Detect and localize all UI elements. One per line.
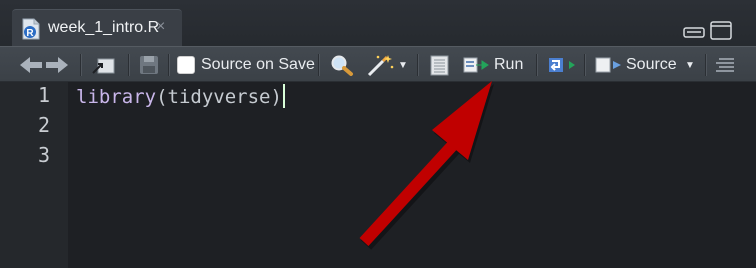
tab-close-icon[interactable]: ×: [156, 18, 165, 36]
forward-button[interactable]: [44, 47, 70, 83]
argument-token: tidyverse: [167, 86, 271, 108]
code-editor[interactable]: library(tidyverse): [68, 82, 756, 268]
line-number: 3: [37, 143, 50, 167]
line-number: 1: [37, 83, 50, 107]
r-file-icon-letter: R: [26, 28, 34, 39]
line-number: 2: [37, 113, 50, 137]
source-on-save-checkbox[interactable]: [177, 56, 195, 74]
code-tools-caret-icon: ▼: [398, 59, 408, 71]
compile-report-button[interactable]: [428, 47, 450, 83]
code-line[interactable]: library(tidyverse): [76, 84, 285, 108]
show-in-new-window-button[interactable]: [92, 47, 116, 83]
function-token: library: [76, 86, 157, 108]
source-on-save-toggle[interactable]: Source on Save: [177, 47, 315, 83]
close-paren-token: ): [270, 86, 282, 108]
find-replace-button[interactable]: [330, 47, 354, 83]
tab-title: week_1_intro.R: [48, 19, 160, 36]
notebook-icon: [430, 55, 449, 76]
source-caret-icon: ▼: [685, 59, 695, 71]
source-file-icon: [595, 57, 621, 73]
line-number-gutter: 1 2 3: [0, 82, 68, 268]
back-arrow-icon: [20, 57, 42, 73]
source-button[interactable]: Source: [595, 47, 677, 83]
maximize-pane-icon[interactable]: [710, 21, 732, 40]
open-paren-token: (: [156, 86, 168, 108]
magnifier-icon: [331, 55, 353, 76]
code-tools-menu[interactable]: ▼: [366, 47, 408, 83]
minimize-pane-icon[interactable]: [683, 24, 705, 38]
outline-lines-icon: [716, 58, 734, 72]
run-label: Run: [494, 56, 524, 73]
run-button[interactable]: Run: [463, 47, 523, 83]
rerun-icon: [549, 58, 575, 72]
text-cursor: [282, 84, 285, 108]
source-on-save-label: Source on Save: [201, 56, 315, 73]
r-file-icon: R: [22, 18, 40, 40]
source-options-dropdown[interactable]: ▼: [685, 47, 695, 83]
tab-bar: R week_1_intro.R ×: [0, 0, 756, 46]
source-label: Source: [626, 56, 677, 73]
editor-tab[interactable]: R week_1_intro.R ×: [12, 9, 182, 46]
document-outline-button[interactable]: [715, 47, 735, 83]
editor-toolbar: Source on Save ▼ Run Source ▼: [0, 46, 756, 82]
forward-arrow-icon: [46, 57, 68, 73]
rerun-previous-button[interactable]: [548, 47, 576, 83]
save-button[interactable]: [138, 47, 160, 83]
popout-window-icon: [92, 58, 115, 74]
save-disk-icon: [140, 56, 158, 74]
back-button[interactable]: [18, 47, 44, 83]
magic-wand-icon: [367, 55, 394, 77]
run-line-icon: [463, 57, 489, 73]
